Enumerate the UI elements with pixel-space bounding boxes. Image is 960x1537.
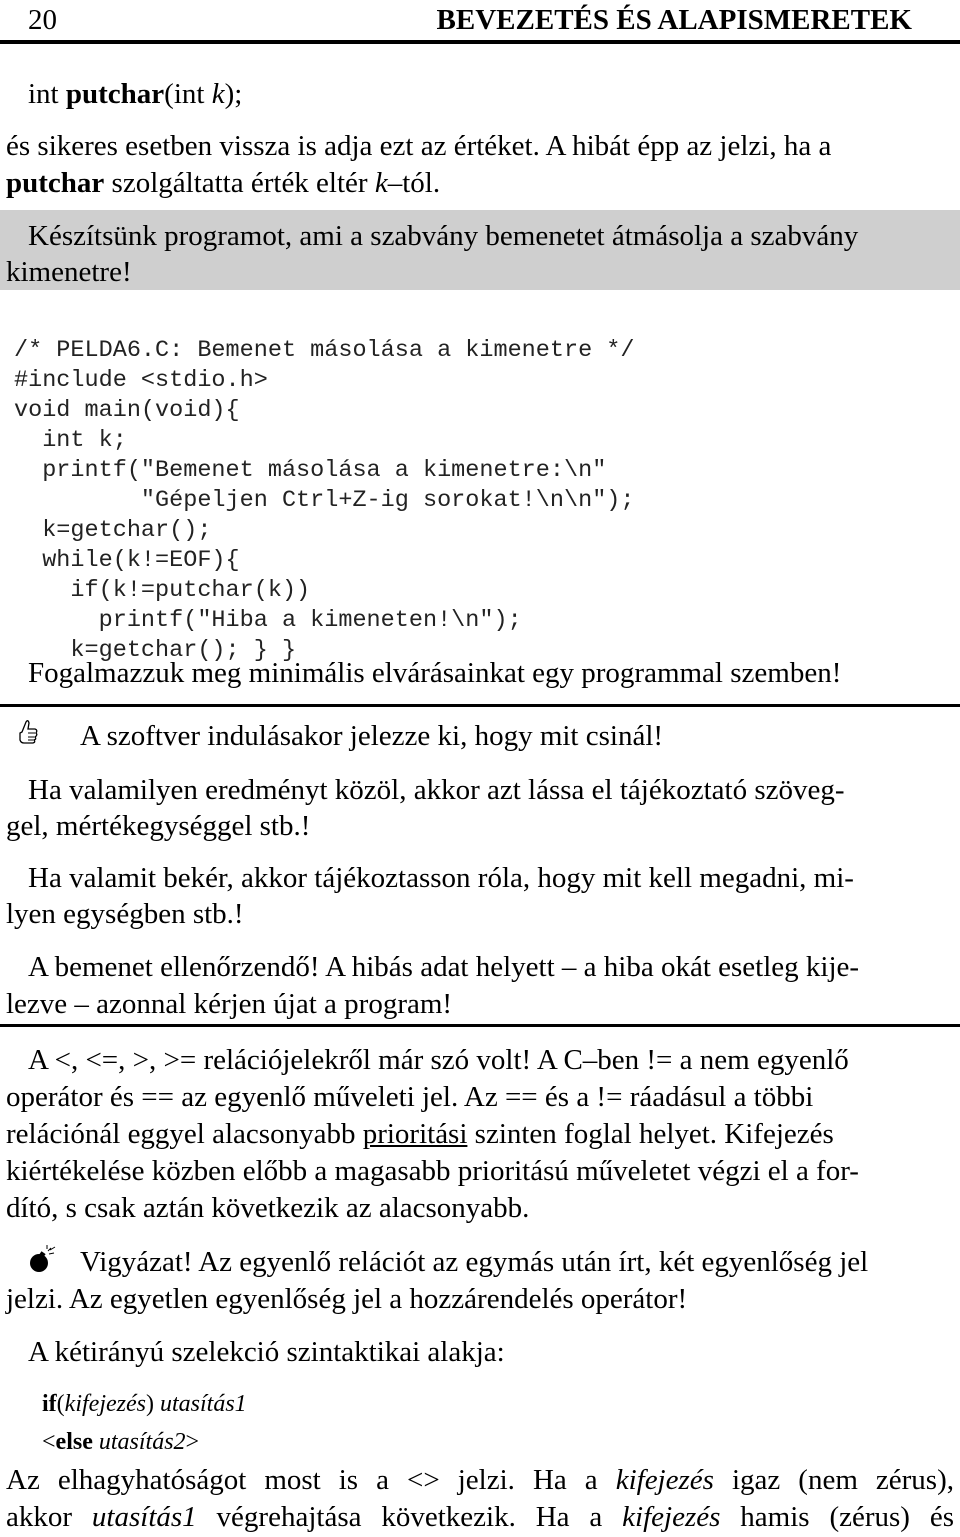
text: (	[56, 1391, 65, 1417]
text: –tól.	[387, 167, 441, 199]
thumbs-up-icon	[14, 718, 40, 756]
requirement-item: A szoftver indulásakor jelezze ki, hogy …	[80, 720, 664, 752]
prototype-close: );	[224, 78, 243, 110]
text: igaz (nem zérus),	[713, 1464, 955, 1496]
page-number: 20	[28, 4, 57, 36]
text: végrehajtása következik. Ha a	[196, 1501, 623, 1533]
code-line: printf("Bemenet másolása a kimenetre:\n"	[14, 457, 607, 484]
code-line: int k;	[14, 427, 127, 454]
text: )	[145, 1391, 160, 1417]
italic-term: kifejezés	[615, 1464, 714, 1496]
requirement-item: Ha valamilyen eredményt közöl, akkor azt…	[28, 774, 845, 806]
requirements-intro: Fogalmazzuk meg minimális elvárásainkat …	[28, 657, 842, 689]
text: relációnál eggyel alacsonyabb	[6, 1118, 363, 1150]
code-line: printf("Hiba a kimeneten!\n");	[14, 607, 522, 634]
header-rule	[0, 40, 960, 44]
requirement-item: lezve – azonnal kérjen újat a program!	[6, 988, 453, 1020]
code-line: void main(void){	[14, 397, 240, 424]
text: <	[42, 1429, 56, 1455]
prototype-param: k	[211, 78, 225, 110]
statement1-placeholder: utasítás1	[159, 1391, 247, 1417]
page-header: 20 BEVEZETÉS ÉS ALAPISMERETEK	[0, 0, 960, 44]
paragraph-line: operátor és == az egyenlő műveleti jel. …	[6, 1081, 814, 1113]
text: Az elhagyhatóságot most is a <> jelzi. H…	[6, 1464, 616, 1496]
task-line: Készítsünk programot, ami a szabvány bem…	[28, 220, 859, 252]
paragraph-line: kiértékelése közben előbb a magasabb pri…	[6, 1155, 859, 1187]
requirement-item: gel, mértékegységgel stb.!	[6, 810, 311, 842]
task-line: kimenetre!	[6, 256, 132, 288]
putchar-bold: putchar	[6, 167, 105, 199]
paragraph-line: putchar szolgáltatta érték eltér k–tól.	[6, 165, 440, 202]
text: hamis (zérus) és	[720, 1501, 954, 1533]
paragraph-line: dító, s csak aztán következik az alacson…	[6, 1192, 530, 1224]
syntax-else-line: <else utasítás2>	[42, 1424, 199, 1461]
else-keyword: else	[55, 1429, 93, 1455]
code-line: "Gépeljen Ctrl+Z-ig sorokat!\n\n");	[14, 487, 635, 514]
prototype-open: (int	[164, 78, 212, 110]
italic-term: kifejezés	[622, 1501, 721, 1533]
code-listing: /* PELDA6.C: Bemenet másolása a kimenetr…	[14, 306, 635, 696]
code-line: #include <stdio.h>	[14, 367, 268, 394]
code-line: /* PELDA6.C: Bemenet másolása a kimenetr…	[14, 337, 635, 364]
k-italic: k	[374, 167, 388, 199]
text: szolgáltatta érték eltér	[104, 167, 375, 199]
paragraph-line: A <, <=, >, >= relációjelekről már szó v…	[28, 1044, 849, 1076]
underlined-term: prioritási	[362, 1118, 468, 1150]
paragraph-line: akkor utasítás1 végrehajtása következik.…	[6, 1499, 954, 1536]
text: >	[185, 1429, 200, 1455]
requirement-item: Ha valamit bekér, akkor tájékoztasson ró…	[28, 862, 854, 894]
paragraph-line: relációnál eggyel alacsonyabb prioritási…	[6, 1116, 834, 1153]
warning-line: Vigyázat! Az egyenlő relációt az egymás …	[80, 1246, 869, 1278]
function-prototype: int putchar(int k);	[28, 76, 242, 113]
section-rule-bottom	[0, 1024, 960, 1027]
warning-line: jelzi. Az egyetlen egyenlőség jel a hozz…	[6, 1283, 688, 1315]
paragraph-line: és sikeres esetben vissza is adja ezt az…	[6, 130, 832, 162]
requirement-item: A bemenet ellenőrzendő! A hibás adat hel…	[28, 951, 860, 983]
italic-term: utasítás1	[91, 1501, 197, 1533]
running-title: BEVEZETÉS ÉS ALAPISMERETEK	[436, 4, 912, 36]
syntax-if-line: if(kifejezés) utasítás1	[42, 1386, 247, 1423]
code-line: k=getchar();	[14, 517, 212, 544]
requirement-item: lyen egységben stb.!	[6, 898, 244, 930]
text: akkor	[6, 1501, 92, 1533]
syntax-intro: A kétirányú szelekció szintaktikai alakj…	[28, 1336, 505, 1368]
expression-placeholder: kifejezés	[64, 1391, 146, 1417]
if-keyword: if	[42, 1391, 57, 1417]
code-line: while(k!=EOF){	[14, 547, 240, 574]
paragraph-line: Az elhagyhatóságot most is a <> jelzi. H…	[6, 1462, 954, 1499]
statement2-placeholder: utasítás2	[92, 1429, 186, 1455]
prototype-return-type: int	[28, 78, 66, 110]
prototype-function-name: putchar	[65, 78, 165, 110]
bomb-icon	[28, 1245, 58, 1283]
section-rule-top	[0, 704, 960, 707]
code-line: if(k!=putchar(k))	[14, 577, 311, 604]
text: szinten foglal helyet. Kifejezés	[467, 1118, 834, 1150]
